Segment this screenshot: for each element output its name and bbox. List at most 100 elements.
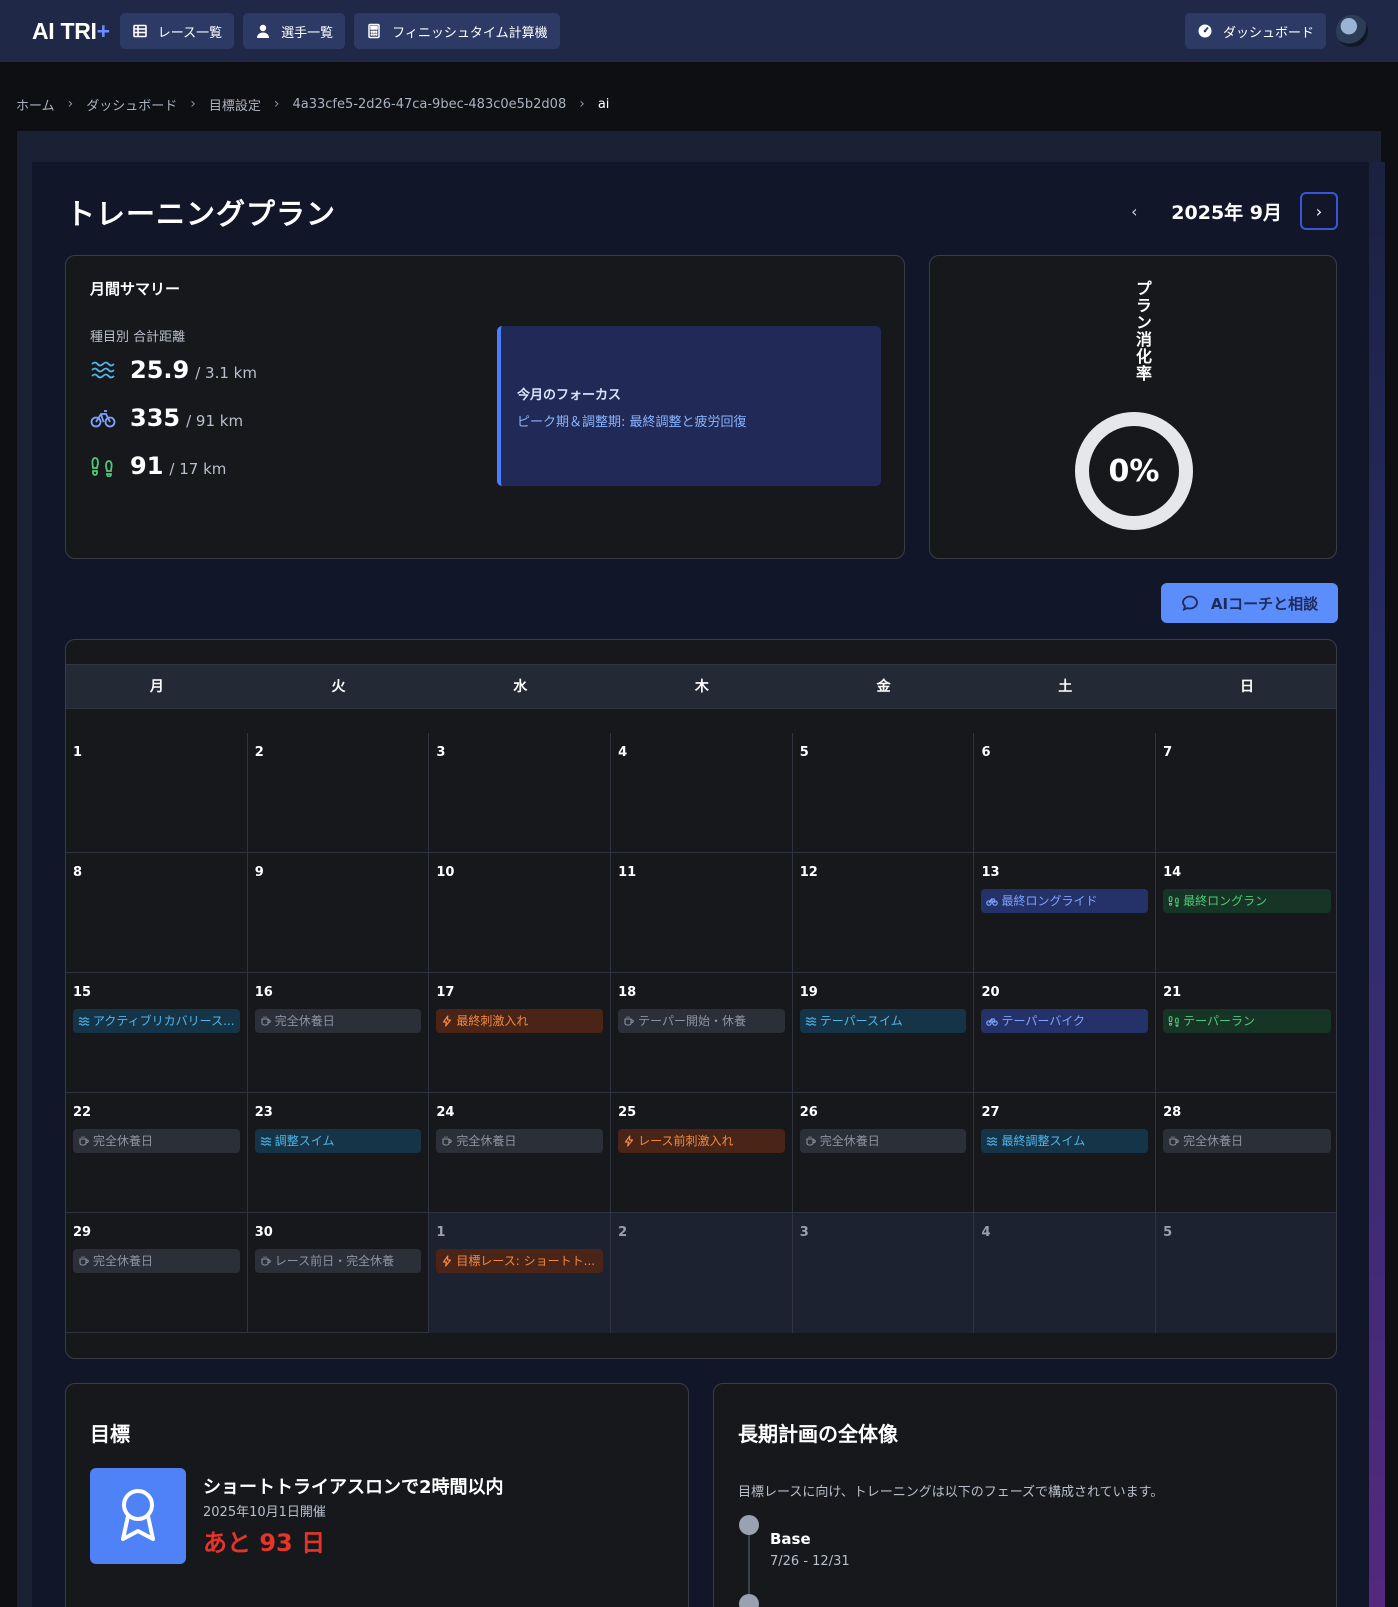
- workout-event-swim[interactable]: アクティブリカバリース...: [73, 1009, 240, 1033]
- workout-event-swim[interactable]: 最終調整スイム: [981, 1129, 1149, 1153]
- calendar-day[interactable]: 17 最終刺激入れ: [429, 973, 612, 1093]
- day-number: 17: [436, 985, 455, 1000]
- calendar-day[interactable]: 26 完全休養日: [793, 1093, 975, 1213]
- dashboard-button[interactable]: ダッシュボード: [1184, 13, 1326, 49]
- weekday-thu: 木: [694, 679, 709, 695]
- workout-label: 完全休養日: [93, 1134, 154, 1148]
- calendar-day[interactable]: 2: [611, 1213, 793, 1333]
- prev-month-button[interactable]: ‹: [1115, 192, 1153, 230]
- workout-event-hard[interactable]: レース前刺激入れ: [618, 1129, 785, 1153]
- calendar-day[interactable]: 29 完全休養日: [66, 1213, 248, 1333]
- day-number: 2: [618, 1225, 628, 1240]
- award-icon: [90, 1468, 186, 1564]
- calendar-day[interactable]: 30 レース前日・完全休養: [248, 1213, 430, 1333]
- day-number: 7: [1163, 745, 1173, 760]
- workout-event-hard[interactable]: 目標レース: ショートト...: [436, 1249, 604, 1273]
- calendar-day[interactable]: 4: [611, 733, 793, 853]
- calendar-day[interactable]: 11: [611, 853, 793, 973]
- focus-text: ピーク期＆調整期: 最終調整と疲労回復: [517, 415, 747, 430]
- calendar-day[interactable]: 28 完全休養日: [1156, 1093, 1336, 1213]
- coffee-icon: [261, 1256, 271, 1266]
- page-title: トレーニングプラン: [66, 197, 337, 231]
- app-logo[interactable]: AI TRI+: [32, 18, 110, 45]
- calendar-day[interactable]: 3: [429, 733, 612, 853]
- nav-finish-calculator-button[interactable]: フィニッシュタイム計算機: [354, 13, 560, 49]
- breadcrumb-home[interactable]: ホーム: [16, 95, 55, 114]
- workout-event-bike[interactable]: 最終ロングライド: [981, 889, 1149, 913]
- calendar-week: 15 アクティブリカバリース... 16 完全休養日 17 最終刺激入れ 18 テーパー開始・…: [66, 973, 1336, 1093]
- nav-race-list-button[interactable]: レース一覧: [119, 13, 235, 49]
- calendar-day[interactable]: 1 目標レース: ショートト...: [429, 1213, 612, 1333]
- breadcrumb-dashboard[interactable]: ダッシュボード: [86, 95, 177, 114]
- chevron-right-icon: ›: [190, 96, 196, 112]
- calendar-week: 1 2 3 4 5 6 7: [66, 733, 1336, 853]
- workout-label: 完全休養日: [274, 1014, 335, 1028]
- calendar-grid: 1 2 3 4 5 6 7 8 9 10 11 12 13 最終ロングライド 14 最終ロングラン 15 アクティ…: [66, 733, 1336, 1333]
- workout-label: 目標レース: ショートト...: [456, 1254, 596, 1268]
- workout-event-swim[interactable]: テーパースイム: [799, 1009, 967, 1033]
- breadcrumb-goal-id[interactable]: 4a33cfe5-2d26-47ca-9bec-483c0e5b2d08: [292, 97, 566, 112]
- calendar-day[interactable]: 19 テーパースイム: [793, 973, 975, 1093]
- calendar-day[interactable]: 25 レース前刺激入れ: [611, 1093, 793, 1213]
- workout-event-rest[interactable]: 完全休養日: [436, 1129, 604, 1153]
- workout-event-rest[interactable]: 完全休養日: [1163, 1129, 1331, 1153]
- calendar-day[interactable]: 27 最終調整スイム: [974, 1093, 1157, 1213]
- day-number: 2: [254, 745, 264, 760]
- calendar-day[interactable]: 8: [66, 853, 248, 973]
- nav-athlete-list-button[interactable]: 選手一覧: [243, 13, 346, 49]
- workout-event-rest[interactable]: レース前日・完全休養: [254, 1249, 422, 1273]
- calendar-day[interactable]: 22 完全休養日: [66, 1093, 248, 1213]
- workout-label: 最終刺激入れ: [456, 1014, 529, 1028]
- coffee-icon: [79, 1256, 89, 1266]
- calendar-day[interactable]: 10: [429, 853, 612, 973]
- ai-coach-button[interactable]: AIコーチと相談: [1161, 583, 1338, 623]
- goal-card-title: 目標: [90, 1422, 130, 1446]
- calendar-day[interactable]: 9: [248, 853, 430, 973]
- day-number: 5: [1163, 1225, 1173, 1240]
- workout-event-run[interactable]: 最終ロングラン: [1163, 889, 1331, 913]
- calendar-day[interactable]: 15 アクティブリカバリース...: [66, 973, 248, 1093]
- calendar-day[interactable]: 23 調整スイム: [248, 1093, 430, 1213]
- workout-event-run[interactable]: テーパーラン: [1163, 1009, 1331, 1033]
- calendar-day[interactable]: 24 完全休養日: [429, 1093, 612, 1213]
- workout-event-rest[interactable]: 完全休養日: [254, 1009, 422, 1033]
- calendar-day[interactable]: 16 完全休養日: [248, 973, 430, 1093]
- calendar-day[interactable]: 14 最終ロングラン: [1156, 853, 1336, 973]
- workout-label: アクティブリカバリース...: [93, 1014, 235, 1028]
- calendar-day[interactable]: 3: [792, 1213, 975, 1333]
- breadcrumb-goal-settings[interactable]: 目標設定: [209, 95, 261, 114]
- calendar-day[interactable]: 12: [793, 853, 975, 973]
- calendar-day[interactable]: 5: [1156, 1213, 1336, 1333]
- calendar-day[interactable]: 20 テーパーバイク: [974, 973, 1157, 1093]
- calendar-day[interactable]: 4: [974, 1213, 1157, 1333]
- calendar-day[interactable]: 2: [248, 733, 430, 853]
- avatar[interactable]: [1336, 15, 1368, 47]
- calendar-day[interactable]: 1: [66, 733, 248, 853]
- calendar-day[interactable]: 6: [974, 733, 1157, 853]
- monthly-focus: 今月のフォーカス ピーク期＆調整期: 最終調整と疲労回復: [497, 326, 881, 486]
- workout-event-rest[interactable]: 完全休養日: [73, 1129, 240, 1153]
- dashboard-label: ダッシュボード: [1222, 25, 1314, 41]
- workout-event-swim[interactable]: 調整スイム: [254, 1129, 422, 1153]
- bike-total: 335: [130, 404, 181, 432]
- day-number: 30: [254, 1225, 273, 1240]
- workout-event-rest[interactable]: 完全休養日: [73, 1249, 240, 1273]
- calendar-day[interactable]: 7: [1156, 733, 1336, 853]
- calculator-icon: [368, 23, 380, 39]
- workout-event-rest[interactable]: 完全休養日: [799, 1129, 967, 1153]
- top-nav: AI TRI+ レース一覧 選手一覧 フィニッシュタイム計算機 ダッシュボード: [0, 0, 1398, 62]
- swim-icon: [260, 1137, 272, 1146]
- run-planned: / 17 km: [169, 460, 227, 478]
- calendar-day[interactable]: 5: [793, 733, 975, 853]
- calendar-day[interactable]: 21 テーパーラン: [1156, 973, 1336, 1093]
- workout-event-hard[interactable]: 最終刺激入れ: [436, 1009, 604, 1033]
- weekday-sun: 日: [1239, 679, 1254, 695]
- workout-event-rest[interactable]: テーパー開始・休養: [618, 1009, 785, 1033]
- calendar-day[interactable]: 13 最終ロングライド: [974, 853, 1157, 973]
- monthly-summary-card: 月間サマリー 種目別 合計距離 25.9 / 3.1 km 335 / 91 k…: [65, 255, 905, 559]
- next-month-button[interactable]: ›: [1300, 192, 1338, 230]
- breadcrumb: ホーム › ダッシュボード › 目標設定 › 4a33cfe5-2d26-47c…: [16, 92, 609, 116]
- workout-event-bike[interactable]: テーパーバイク: [981, 1009, 1149, 1033]
- calendar-day[interactable]: 18 テーパー開始・休養: [611, 973, 793, 1093]
- swim-icon: [78, 1017, 90, 1026]
